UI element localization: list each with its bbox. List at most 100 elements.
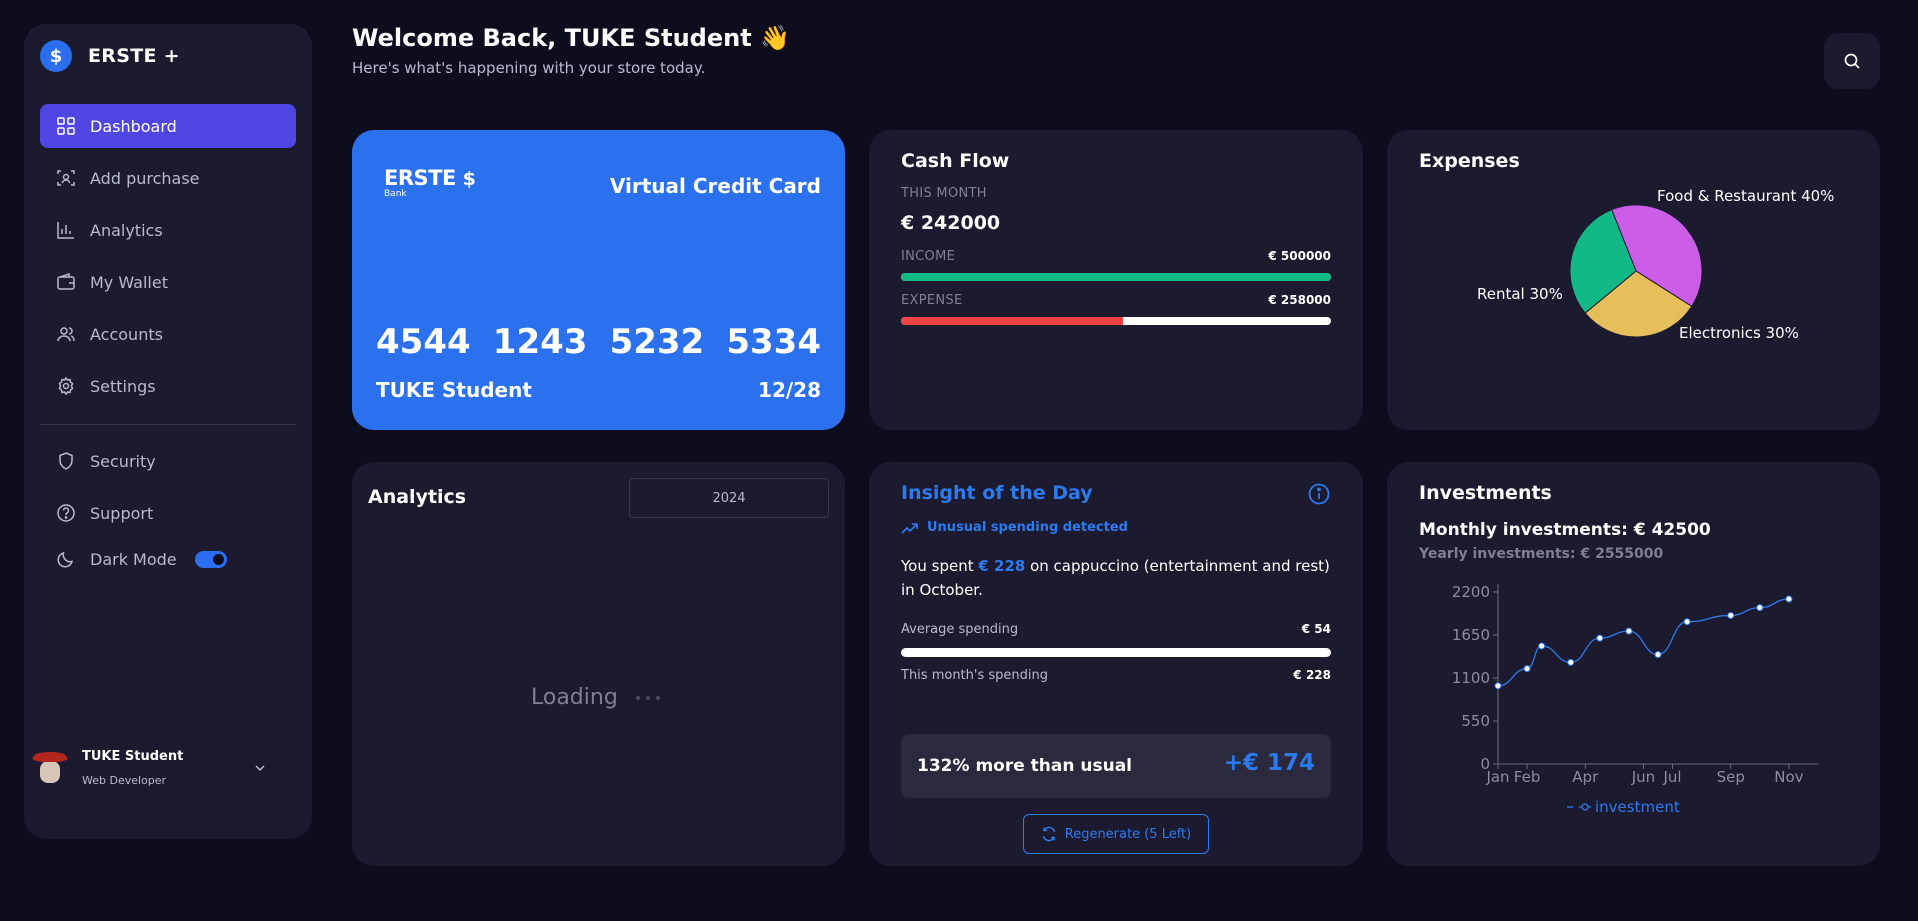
loading-text: Loading — [531, 685, 618, 710]
expenses-pie-chart — [1569, 204, 1703, 338]
alert-text: Unusual spending detected — [927, 520, 1128, 535]
sidebar-nav: Dashboard Add purchase Analytics My Wall… — [40, 104, 296, 583]
expenses-card: Expenses Food & Restaurant 40% Electroni… — [1387, 130, 1880, 430]
sidebar-item-dark-mode: Dark Mode — [40, 543, 296, 575]
page-subtitle: Here's what's happening with your store … — [352, 59, 706, 77]
comparison-value: +€ 174 — [1223, 750, 1315, 776]
regenerate-label: Regenerate (5 Left) — [1064, 826, 1192, 842]
sidebar-item-my-wallet[interactable]: My Wallet — [40, 260, 296, 304]
y-tick-label: 1650 — [1452, 626, 1490, 644]
income-bar-fill — [901, 273, 1331, 281]
month-spending-value: € 228 — [1293, 668, 1331, 682]
sidebar-item-add-purchase[interactable]: Add purchase — [40, 156, 296, 200]
sidebar-item-label: Dark Mode — [90, 549, 177, 569]
chevron-down-icon[interactable] — [252, 760, 268, 776]
users-icon — [57, 327, 75, 342]
moon-icon — [57, 551, 74, 568]
month-spending-label: This month's spending — [901, 668, 1048, 683]
data-point[interactable] — [1756, 604, 1764, 612]
x-tick-label: Nov — [1774, 768, 1803, 786]
regenerate-button[interactable]: Regenerate (5 Left) — [1023, 814, 1209, 854]
bank-logo-sub: Bank — [384, 189, 407, 199]
comparison-text: 132% more than usual — [917, 756, 1133, 776]
data-point[interactable] — [1654, 651, 1662, 659]
trending-up-icon — [901, 522, 918, 534]
wallet-icon — [57, 272, 75, 290]
expense-label: EXPENSE — [901, 293, 963, 308]
income-bar — [901, 273, 1331, 281]
income-label: INCOME — [901, 249, 956, 264]
sidebar-item-dashboard[interactable]: Dashboard — [40, 104, 296, 148]
sidebar-item-accounts[interactable]: Accounts — [40, 312, 296, 356]
investments-card: Investments Monthly investments: € 42500… — [1387, 462, 1880, 866]
card-title: Insight of the Day — [901, 482, 1093, 504]
sidebar-item-label: Accounts — [90, 324, 163, 344]
pie-label-rental: Rental 30% — [1477, 285, 1563, 303]
sidebar: $ ERSTE + Dashboard Add purchase Analyti… — [24, 24, 312, 839]
y-tick-label: 550 — [1461, 712, 1490, 730]
search-button[interactable] — [1824, 33, 1880, 89]
brand[interactable]: $ ERSTE + — [40, 40, 180, 72]
sidebar-item-settings[interactable]: Settings — [40, 364, 296, 408]
card-expiry: 12/28 — [758, 378, 821, 402]
legend-label[interactable]: investment — [1595, 798, 1680, 816]
erste-bank-logo: ERSTE $ Bank — [384, 166, 476, 199]
profile-role: Web Developer — [82, 774, 167, 787]
sidebar-item-label: Dashboard — [90, 116, 177, 136]
investments-line-chart: 0550110016502200Jan Feb Apr Jun Jul Sep Novinv… — [1452, 583, 1818, 816]
comparison-box: 132% more than usual +€ 174 — [901, 734, 1331, 798]
virtual-credit-card[interactable]: ERSTE $ Bank Virtual Credit Card 4544 12… — [352, 130, 845, 430]
data-point[interactable] — [1523, 665, 1531, 673]
card-holder: TUKE Student — [376, 378, 532, 402]
sidebar-item-support[interactable]: Support — [40, 491, 296, 535]
shield-icon — [59, 452, 73, 470]
help-icon — [57, 504, 75, 522]
expense-value: € 258000 — [1268, 293, 1331, 307]
data-point[interactable] — [1567, 658, 1575, 666]
data-point[interactable] — [1785, 595, 1793, 603]
data-point[interactable] — [1625, 627, 1633, 635]
dark-mode-toggle[interactable] — [194, 550, 227, 568]
sidebar-item-label: Support — [90, 503, 154, 523]
y-tick-label: 1100 — [1452, 669, 1490, 687]
card-title: Cash Flow — [901, 150, 1010, 172]
page-title: Welcome Back, TUKE Student 👋 — [352, 24, 790, 52]
y-tick-label: 2200 — [1452, 583, 1490, 601]
data-point[interactable] — [1538, 642, 1546, 650]
x-tick-label: Sep — [1717, 768, 1745, 786]
analytics-card: Analytics 2024 Loading — [352, 462, 845, 866]
expense-bar — [901, 317, 1331, 325]
info-icon[interactable] — [1307, 482, 1331, 506]
sidebar-item-label: My Wallet — [90, 272, 168, 292]
bank-logo-text: ERSTE — [384, 166, 456, 190]
brand-logo-icon: $ — [40, 40, 72, 72]
profile-name: TUKE Student — [82, 749, 184, 764]
x-tick-label: Apr — [1572, 768, 1599, 786]
x-tick-label: Jul — [1662, 768, 1681, 786]
sidebar-item-analytics[interactable]: Analytics — [40, 208, 296, 252]
insight-text: You spent € 228 on cappuccino (entertain… — [901, 557, 1330, 599]
income-value: € 500000 — [1268, 249, 1331, 263]
year-select[interactable]: 2024 — [629, 478, 829, 518]
brand-name: ERSTE + — [88, 45, 180, 67]
card-title: Virtual Credit Card — [609, 174, 821, 198]
sidebar-item-label: Security — [90, 451, 156, 471]
loading-indicator: Loading — [531, 685, 660, 710]
legend-marker — [1581, 803, 1589, 811]
spending-bar — [901, 648, 1331, 657]
data-point[interactable] — [1596, 634, 1604, 642]
refresh-icon — [1042, 826, 1055, 842]
series-line-investment — [1497, 598, 1789, 687]
dashboard-icon — [57, 117, 75, 135]
pie-label-electronics: Electronics 30% — [1679, 324, 1799, 342]
card-number-group: 5334 — [726, 322, 821, 362]
data-point[interactable] — [1494, 682, 1502, 690]
data-point[interactable] — [1727, 611, 1735, 619]
sidebar-divider — [40, 424, 296, 425]
insight-card: Insight of the Day Unusual spending dete… — [869, 462, 1363, 866]
cash-flow-total: € 242000 — [901, 212, 1001, 234]
sidebar-item-security[interactable]: Security — [40, 439, 296, 483]
data-point[interactable] — [1683, 618, 1691, 626]
user-profile[interactable]: TUKE Student Web Developer — [30, 748, 268, 788]
sidebar-item-label: Add purchase — [90, 168, 200, 188]
